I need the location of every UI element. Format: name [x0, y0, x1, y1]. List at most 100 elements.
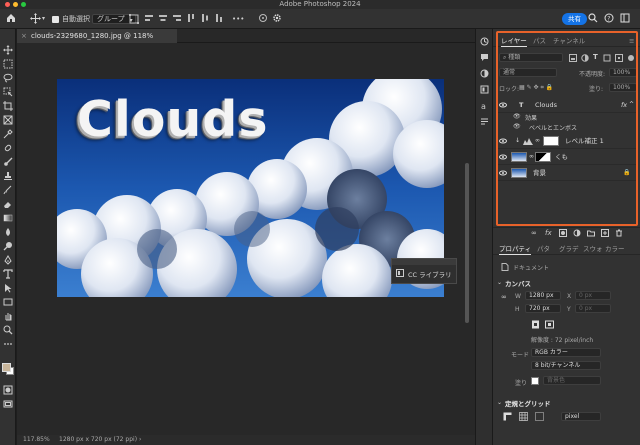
3d-mode-icon[interactable]: [258, 13, 268, 25]
panel-menu-icon[interactable]: ≡: [629, 35, 634, 47]
layer-row-clouds[interactable]: T Clouds fx ^: [497, 97, 637, 113]
align-top-icon[interactable]: [186, 13, 196, 25]
gradient-tool-icon[interactable]: [3, 213, 13, 223]
pen-tool-icon[interactable]: [3, 255, 13, 265]
new-group-icon[interactable]: [587, 229, 595, 239]
search-icon[interactable]: [588, 13, 598, 25]
layer-thumbnail[interactable]: [511, 168, 527, 178]
comments-panel-icon[interactable]: [480, 53, 489, 62]
more-options-icon[interactable]: •••: [232, 13, 244, 25]
layer-row-background[interactable]: 背景 🔒: [497, 165, 637, 181]
tab-channels[interactable]: チャンネル: [553, 35, 585, 47]
link-dimensions-icon[interactable]: ∞: [501, 293, 507, 301]
vertical-scrollbar[interactable]: [465, 163, 469, 323]
collapse-rulers-icon[interactable]: ⌄: [497, 399, 502, 406]
tab-color[interactable]: カラー: [605, 243, 625, 255]
auto-select-checkbox[interactable]: [52, 16, 59, 23]
lock-options-icons[interactable]: ▦ ✎ ✥ ⌗ 🔒: [519, 84, 553, 92]
foreground-color-swatch[interactable]: [2, 363, 11, 372]
trash-icon[interactable]: [615, 229, 623, 239]
landscape-orientation-icon[interactable]: [545, 320, 554, 331]
canvas-area[interactable]: Clouds CC ライブラリ: [17, 43, 475, 435]
eraser-tool-icon[interactable]: [3, 199, 13, 209]
portrait-orientation-icon[interactable]: [531, 320, 540, 331]
ruler-icon[interactable]: [503, 412, 512, 423]
layer-mask-thumbnail[interactable]: [535, 152, 551, 162]
color-mode-dropdown[interactable]: RGB カラー: [531, 348, 601, 357]
visibility-eye-icon[interactable]: [499, 137, 507, 145]
tab-patterns[interactable]: パタ: [537, 243, 550, 255]
collapse-effects-icon[interactable]: ^: [629, 97, 634, 113]
filter-pixel-icon[interactable]: [569, 54, 577, 64]
canvas-fill-swatch[interactable]: [531, 377, 539, 385]
bevel-eye-icon[interactable]: 👁: [513, 123, 521, 130]
help-icon[interactable]: ?: [604, 13, 614, 25]
clone-stamp-tool-icon[interactable]: [3, 171, 13, 181]
align-left-icon[interactable]: [144, 13, 154, 25]
filter-type-icon[interactable]: T: [593, 53, 598, 61]
quick-mask-icon[interactable]: [3, 385, 13, 395]
libraries-panel-icon[interactable]: [480, 85, 489, 94]
x-field[interactable]: 0 px: [575, 291, 611, 300]
share-button[interactable]: 共有: [562, 13, 587, 25]
tab-gradients[interactable]: グラデ: [559, 243, 579, 255]
cc-libraries-panel[interactable]: CC ライブラリ: [391, 258, 457, 284]
layer-mask-thumbnail[interactable]: [543, 136, 559, 146]
visibility-eye-icon[interactable]: [499, 169, 507, 177]
hand-tool-icon[interactable]: [3, 311, 13, 321]
history-brush-tool-icon[interactable]: [3, 185, 13, 195]
marquee-tool-icon[interactable]: [3, 59, 13, 69]
tab-properties[interactable]: プロパティ: [499, 243, 532, 255]
grid-icon[interactable]: [519, 412, 528, 423]
blend-mode-dropdown[interactable]: 通常: [499, 68, 557, 77]
blur-tool-icon[interactable]: [3, 227, 13, 237]
adjustments-panel-icon[interactable]: [480, 69, 489, 78]
add-style-icon[interactable]: fx: [545, 229, 552, 237]
layer-filter-dropdown[interactable]: ⌕ 種類: [499, 53, 563, 62]
type-tool-icon[interactable]: [3, 269, 13, 279]
dodge-tool-icon[interactable]: [3, 241, 13, 251]
y-field[interactable]: 0 px: [575, 304, 611, 313]
link-layers-icon[interactable]: ∞: [531, 229, 537, 237]
more-tools-icon[interactable]: [3, 339, 13, 349]
healing-brush-tool-icon[interactable]: [3, 143, 13, 153]
transform-controls-icon[interactable]: [128, 13, 140, 25]
status-arrow-icon[interactable]: ›: [139, 435, 141, 445]
history-panel-icon[interactable]: [480, 37, 489, 46]
filter-smart-object-icon[interactable]: [615, 54, 623, 64]
align-bottom-icon[interactable]: [214, 13, 224, 25]
adjustment-layer-icon[interactable]: [573, 229, 581, 239]
home-icon[interactable]: [6, 13, 16, 25]
path-selection-tool-icon[interactable]: [3, 283, 13, 293]
layer-thumbnail[interactable]: [511, 152, 527, 162]
frame-tool-icon[interactable]: [3, 115, 13, 125]
tab-swatches[interactable]: スウォ: [583, 243, 603, 255]
align-center-icon[interactable]: [158, 13, 168, 25]
workspace-icon[interactable]: [620, 13, 630, 25]
ruler-unit-dropdown[interactable]: pixel: [561, 412, 601, 421]
move-tool-icon[interactable]: [3, 45, 13, 55]
glyphs-panel-icon[interactable]: a: [480, 101, 489, 111]
move-tool-dropdown-icon[interactable]: ▾: [42, 13, 45, 25]
align-right-icon[interactable]: [172, 13, 182, 25]
fx-badge[interactable]: fx: [621, 97, 627, 113]
width-field[interactable]: 1280 px: [525, 291, 561, 300]
filter-toggle-icon[interactable]: [627, 54, 635, 64]
tab-paths[interactable]: パス: [533, 35, 546, 47]
filter-adjustment-icon[interactable]: [581, 54, 589, 64]
crop-tool-icon[interactable]: [3, 101, 13, 111]
collapse-canvas-icon[interactable]: ⌄: [497, 279, 502, 286]
guides-icon[interactable]: [535, 412, 544, 423]
filter-shape-icon[interactable]: [603, 54, 611, 64]
zoom-tool-icon[interactable]: [3, 325, 13, 335]
add-mask-icon[interactable]: [559, 229, 567, 239]
brush-tool-icon[interactable]: [3, 157, 13, 167]
lasso-tool-icon[interactable]: [3, 73, 13, 83]
move-tool-icon[interactable]: [30, 13, 41, 25]
screen-mode-icon[interactable]: [3, 399, 13, 409]
paragraph-panel-icon[interactable]: [480, 117, 489, 126]
rectangle-tool-icon[interactable]: [3, 297, 13, 307]
object-select-tool-icon[interactable]: [3, 87, 13, 97]
document-tab[interactable]: × clouds-2329680_1280.jpg @ 118% (RGB/8#…: [17, 29, 177, 54]
bit-depth-dropdown[interactable]: 8 bit/チャンネル: [531, 361, 601, 370]
